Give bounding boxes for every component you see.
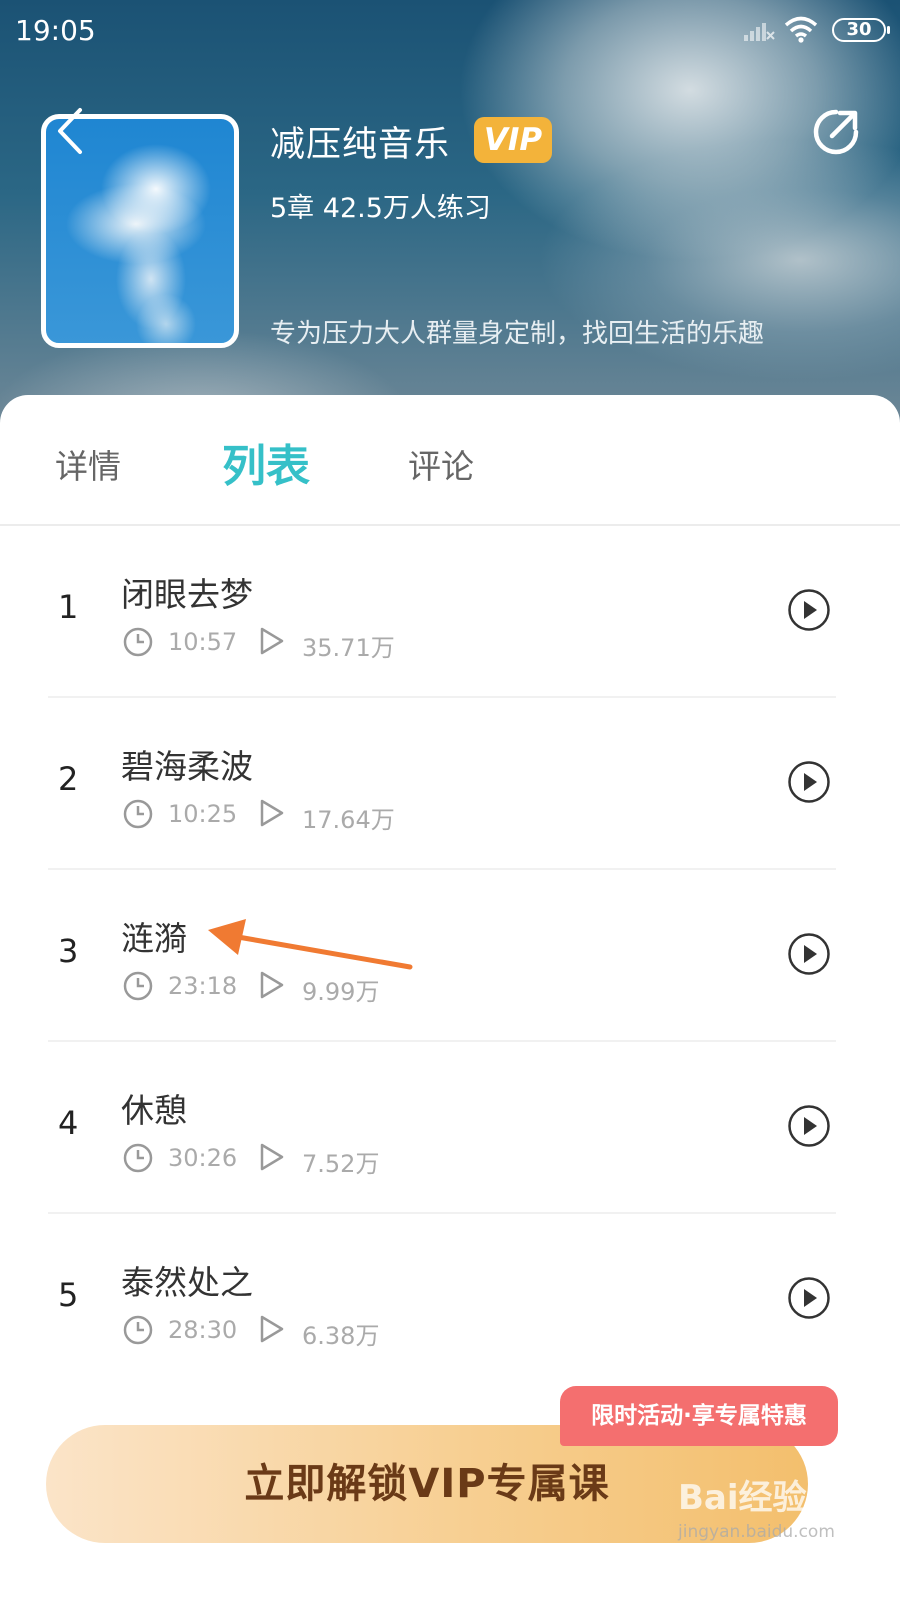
tab-bar: 详情 列表 评论 — [0, 395, 900, 525]
clock-icon — [123, 971, 153, 1001]
play-count-icon — [260, 799, 284, 827]
cellular-signal-icon — [744, 23, 775, 41]
play-button-icon[interactable] — [787, 588, 831, 632]
track-title: 泰然处之 — [121, 1263, 253, 1302]
track-row[interactable]: 4 休憩 30:26 7.52万 — [0, 1042, 900, 1214]
track-number: 3 — [58, 932, 79, 970]
track-duration: 23:18 — [168, 972, 238, 1000]
track-title: 闭眼去梦 — [121, 575, 253, 614]
watermark-logo: Bai经验 — [678, 1478, 807, 1518]
play-count-icon — [260, 1315, 284, 1343]
course-title: 减压纯音乐 — [270, 125, 451, 165]
wifi-icon — [784, 16, 818, 43]
course-meta: 5章 42.5万人练习 — [270, 193, 491, 224]
share-icon[interactable] — [810, 106, 862, 158]
clock-icon — [123, 627, 153, 657]
battery-icon: 30 — [832, 18, 890, 42]
promo-badge: 限时活动·享专属特惠 — [560, 1386, 838, 1446]
track-duration: 30:26 — [168, 1144, 238, 1172]
status-time: 19:05 — [15, 14, 96, 47]
course-description: 专为压力大人群量身定制，找回生活的乐趣 — [270, 319, 765, 349]
annotation-arrow-icon — [208, 919, 413, 970]
track-row[interactable]: 2 碧海柔波 10:25 17.64万 — [0, 698, 900, 870]
track-play-count: 6.38万 — [302, 1322, 380, 1350]
track-row[interactable]: 5 泰然处之 28:30 6.38万 — [0, 1214, 900, 1386]
track-row[interactable]: 3 涟漪 23:18 9.99万 — [0, 870, 900, 1042]
status-bar: 19:05 30 — [0, 0, 900, 64]
play-button-icon[interactable] — [787, 932, 831, 976]
track-title: 涟漪 — [121, 919, 187, 958]
play-button-icon[interactable] — [787, 760, 831, 804]
clock-icon — [123, 1143, 153, 1173]
tab-list[interactable]: 列表 — [222, 430, 310, 494]
track-play-count: 35.71万 — [302, 634, 395, 662]
tab-details[interactable]: 详情 — [55, 440, 121, 488]
track-number: 1 — [58, 588, 79, 626]
track-play-count: 9.99万 — [302, 978, 380, 1006]
play-button-icon[interactable] — [787, 1276, 831, 1320]
track-number: 5 — [58, 1276, 79, 1314]
track-row[interactable]: 1 闭眼去梦 10:57 35.71万 — [0, 526, 900, 698]
track-play-count: 7.52万 — [302, 1150, 380, 1178]
track-play-count: 17.64万 — [302, 806, 395, 834]
track-duration: 10:57 — [168, 628, 238, 656]
play-count-icon — [260, 627, 284, 655]
clock-icon — [123, 1315, 153, 1345]
track-duration: 10:25 — [168, 800, 238, 828]
track-number: 2 — [58, 760, 79, 798]
vip-badge: VIP — [474, 117, 552, 163]
clock-icon — [123, 799, 153, 829]
play-button-icon[interactable] — [787, 1104, 831, 1148]
track-duration: 28:30 — [168, 1316, 238, 1344]
play-count-icon — [260, 1143, 284, 1171]
watermark-url: jingyan.baidu.com — [678, 1522, 835, 1542]
track-title: 碧海柔波 — [121, 747, 253, 786]
track-title: 休憩 — [121, 1091, 187, 1130]
back-chevron-icon[interactable] — [52, 106, 92, 156]
track-number: 4 — [58, 1104, 79, 1142]
tab-comments[interactable]: 评论 — [408, 440, 474, 488]
